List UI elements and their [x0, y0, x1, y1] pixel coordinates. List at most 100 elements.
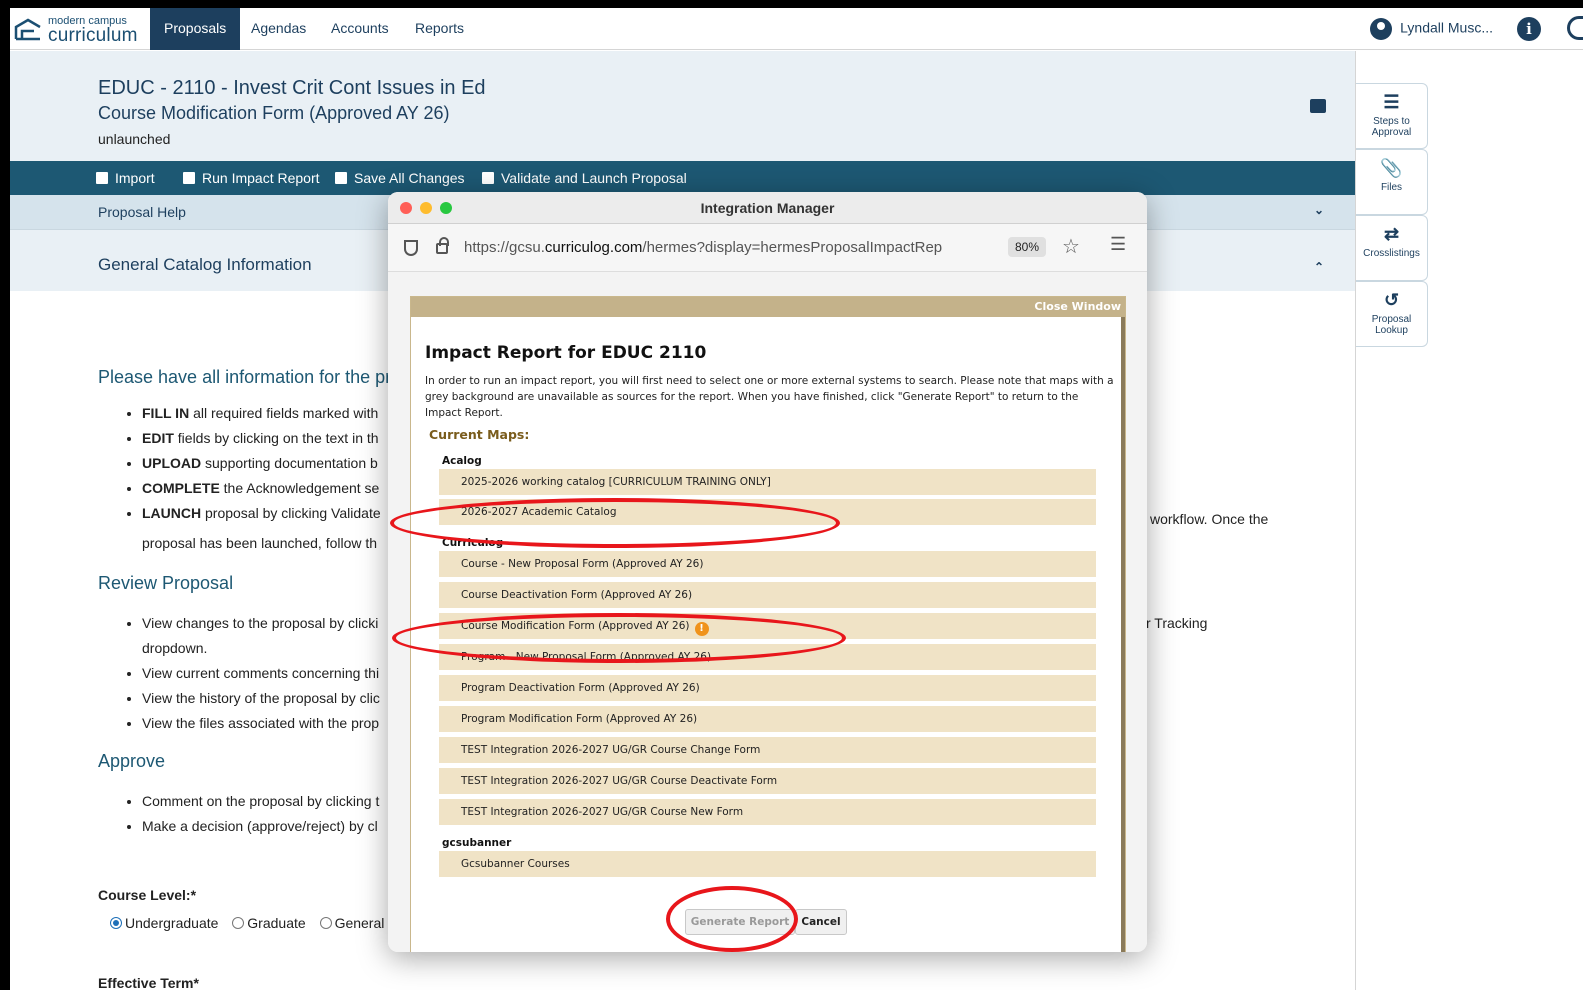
current-maps-heading: Current Maps: — [429, 427, 530, 442]
tab-files[interactable]: 📎 Files — [1356, 149, 1428, 215]
window-title: Integration Manager — [700, 200, 835, 216]
course-level-radios: Undergraduate Graduate General — [110, 915, 384, 931]
nav-proposals[interactable]: Proposals — [150, 8, 241, 50]
list-item: View the files associated with the prop — [142, 711, 380, 736]
map-item-current[interactable]: Course Modification Form (Approved AY 26… — [439, 613, 1096, 639]
menu-icon[interactable]: ☰ — [1110, 234, 1126, 255]
nav-agendas[interactable]: Agendas — [251, 8, 306, 50]
list-item: View changes to the proposal by clickidr… — [142, 611, 380, 661]
close-window-link[interactable]: Close Window — [1034, 300, 1121, 313]
group-acalog: Acalog — [442, 455, 482, 467]
radio-undergraduate[interactable]: Undergraduate — [110, 915, 218, 931]
impact-label: Run Impact Report — [202, 170, 320, 186]
logo-mark-icon — [14, 18, 41, 41]
list-icon: ☰ — [1383, 92, 1400, 112]
integration-manager-window: Integration Manager https://gcsu.curricu… — [388, 192, 1147, 952]
nav-reports[interactable]: Reports — [415, 8, 464, 50]
bookmark-star-icon[interactable]: ☆ — [1062, 234, 1080, 259]
report-description: In order to run an impact report, you wi… — [425, 375, 1114, 419]
map-item[interactable]: TEST Integration 2026-2027 UG/GR Course … — [439, 737, 1096, 763]
general-catalog-label: General Catalog Information — [98, 255, 312, 274]
list-item: FILL IN all required fields marked with — [142, 401, 381, 426]
list-item: UPLOAD supporting documentation b — [142, 451, 381, 476]
tab-steps-to-approval[interactable]: ☰ Steps to Approval — [1356, 83, 1428, 149]
workflow-text: workflow. Once the — [1150, 511, 1269, 527]
report-title: Impact Report for EDUC 2110 — [425, 343, 707, 363]
report-body: Impact Report for EDUC 2110 In order to … — [411, 317, 1125, 952]
info-icon[interactable]: i — [1517, 17, 1541, 41]
zoom-level[interactable]: 80% — [1008, 237, 1047, 257]
tab-label: Proposal — [1371, 314, 1412, 325]
course-title: EDUC - 2110 - Invest Crit Cont Issues in… — [98, 77, 486, 99]
import-button[interactable]: Import — [96, 161, 155, 195]
map-item[interactable]: Program - New Proposal Form (Approved AY… — [439, 644, 1096, 670]
logo[interactable]: modern campus curriculum — [14, 13, 154, 46]
tab-proposal-lookup[interactable]: ↺ Proposal Lookup — [1356, 281, 1428, 347]
map-item[interactable]: TEST Integration 2026-2027 UG/GR Course … — [439, 799, 1096, 825]
map-item[interactable]: 2026-2027 Academic Catalog — [439, 499, 1096, 525]
validate-label: Validate and Launch Proposal — [501, 170, 687, 186]
url-bar[interactable]: https://gcsu.curriculog.com/hermes?displ… — [388, 224, 1147, 272]
tab-crosslistings[interactable]: ⇄ Crosslistings — [1356, 215, 1428, 281]
url-text[interactable]: https://gcsu.curriculog.com/hermes?displ… — [464, 239, 1009, 256]
radio-general[interactable]: General — [319, 915, 384, 931]
chevron-down-icon[interactable]: ⌄ — [1314, 203, 1324, 217]
logo-big-text: curriculum — [48, 25, 138, 46]
warning-icon: ! — [694, 622, 709, 636]
user-avatar-icon — [1370, 18, 1393, 40]
map-item[interactable]: Program Modification Form (Approved AY 2… — [439, 706, 1096, 732]
proposal-help-label: Proposal Help — [98, 204, 186, 220]
review-list: View changes to the proposal by clickidr… — [142, 611, 380, 736]
list-item: View current comments concerning thi — [142, 661, 380, 686]
map-item[interactable]: 2025-2026 working catalog [CURRICULUM TR… — [439, 469, 1096, 495]
file-icon — [183, 172, 195, 184]
user-menu[interactable]: Lyndall Musc... — [1370, 18, 1493, 40]
map-item[interactable]: Program Deactivation Form (Approved AY 2… — [439, 675, 1096, 701]
history-icon: ↺ — [1383, 290, 1400, 310]
lock-icon — [436, 237, 449, 254]
action-toolbar: Import Run Impact Report Save All Change… — [10, 161, 1355, 195]
launch-continuation: proposal has been launched, follow th — [142, 535, 378, 551]
map-item[interactable]: Gcsubanner Courses — [439, 851, 1096, 877]
form-name: Course Modification Form (Approved AY 26… — [98, 103, 450, 123]
map-item[interactable]: TEST Integration 2026-2027 UG/GR Course … — [439, 768, 1096, 794]
save-label: Save All Changes — [354, 170, 465, 186]
proposal-status: unlaunched — [98, 131, 171, 147]
radio-icon — [319, 917, 332, 929]
save-icon — [335, 172, 347, 184]
shield-icon — [404, 240, 418, 256]
print-icon[interactable] — [1310, 99, 1326, 113]
group-gcsubanner: gcsubanner — [442, 837, 512, 849]
map-item-label: Course Modification Form (Approved AY 26… — [461, 620, 690, 632]
import-icon — [96, 172, 108, 184]
approve-heading: Approve — [98, 751, 166, 771]
chevron-up-icon[interactable]: ⌃ — [1314, 260, 1324, 274]
map-item[interactable]: Course - New Proposal Form (Approved AY … — [439, 551, 1096, 577]
right-sidebar: ☰ Steps to Approval 📎 Files ⇄ Crosslistin… — [1355, 51, 1583, 990]
impact-report-panel: Close Window Impact Report for EDUC 2110… — [410, 296, 1126, 952]
list-item: View the history of the proposal by clic — [142, 686, 380, 711]
list-item: LAUNCH proposal by clicking Validate — [142, 501, 381, 526]
tab-label: Steps to — [1373, 116, 1410, 127]
report-header: Close Window — [411, 297, 1125, 317]
cancel-button[interactable]: Cancel — [795, 909, 847, 935]
save-all-changes-button[interactable]: Save All Changes — [335, 161, 465, 195]
app-window: modern campus curriculum Proposals Agend… — [10, 8, 1583, 990]
search-icon[interactable] — [1567, 16, 1583, 40]
tracking-text: r Tracking — [1146, 615, 1208, 631]
proposal-header: EDUC - 2110 - Invest Crit Cont Issues in… — [10, 51, 1355, 161]
generate-report-button[interactable]: Generate Report — [685, 909, 795, 935]
map-item[interactable]: Course Deactivation Form (Approved AY 26… — [439, 582, 1096, 608]
course-level-label: Course Level:* — [98, 887, 197, 903]
shuffle-icon: ⇄ — [1383, 224, 1400, 244]
radio-graduate[interactable]: Graduate — [232, 915, 306, 931]
tab-label: Files — [1380, 182, 1403, 193]
validate-launch-button[interactable]: Validate and Launch Proposal — [482, 161, 687, 195]
tab-label: Crosslistings — [1363, 248, 1420, 259]
window-titlebar[interactable]: Integration Manager — [388, 192, 1147, 224]
nav-accounts[interactable]: Accounts — [331, 8, 389, 50]
approve-list: Comment on the proposal by clicking t Ma… — [142, 789, 379, 839]
paperclip-icon: 📎 — [1380, 158, 1403, 178]
run-impact-report-button[interactable]: Run Impact Report — [183, 161, 320, 195]
user-name: Lyndall Musc... — [1400, 19, 1493, 36]
